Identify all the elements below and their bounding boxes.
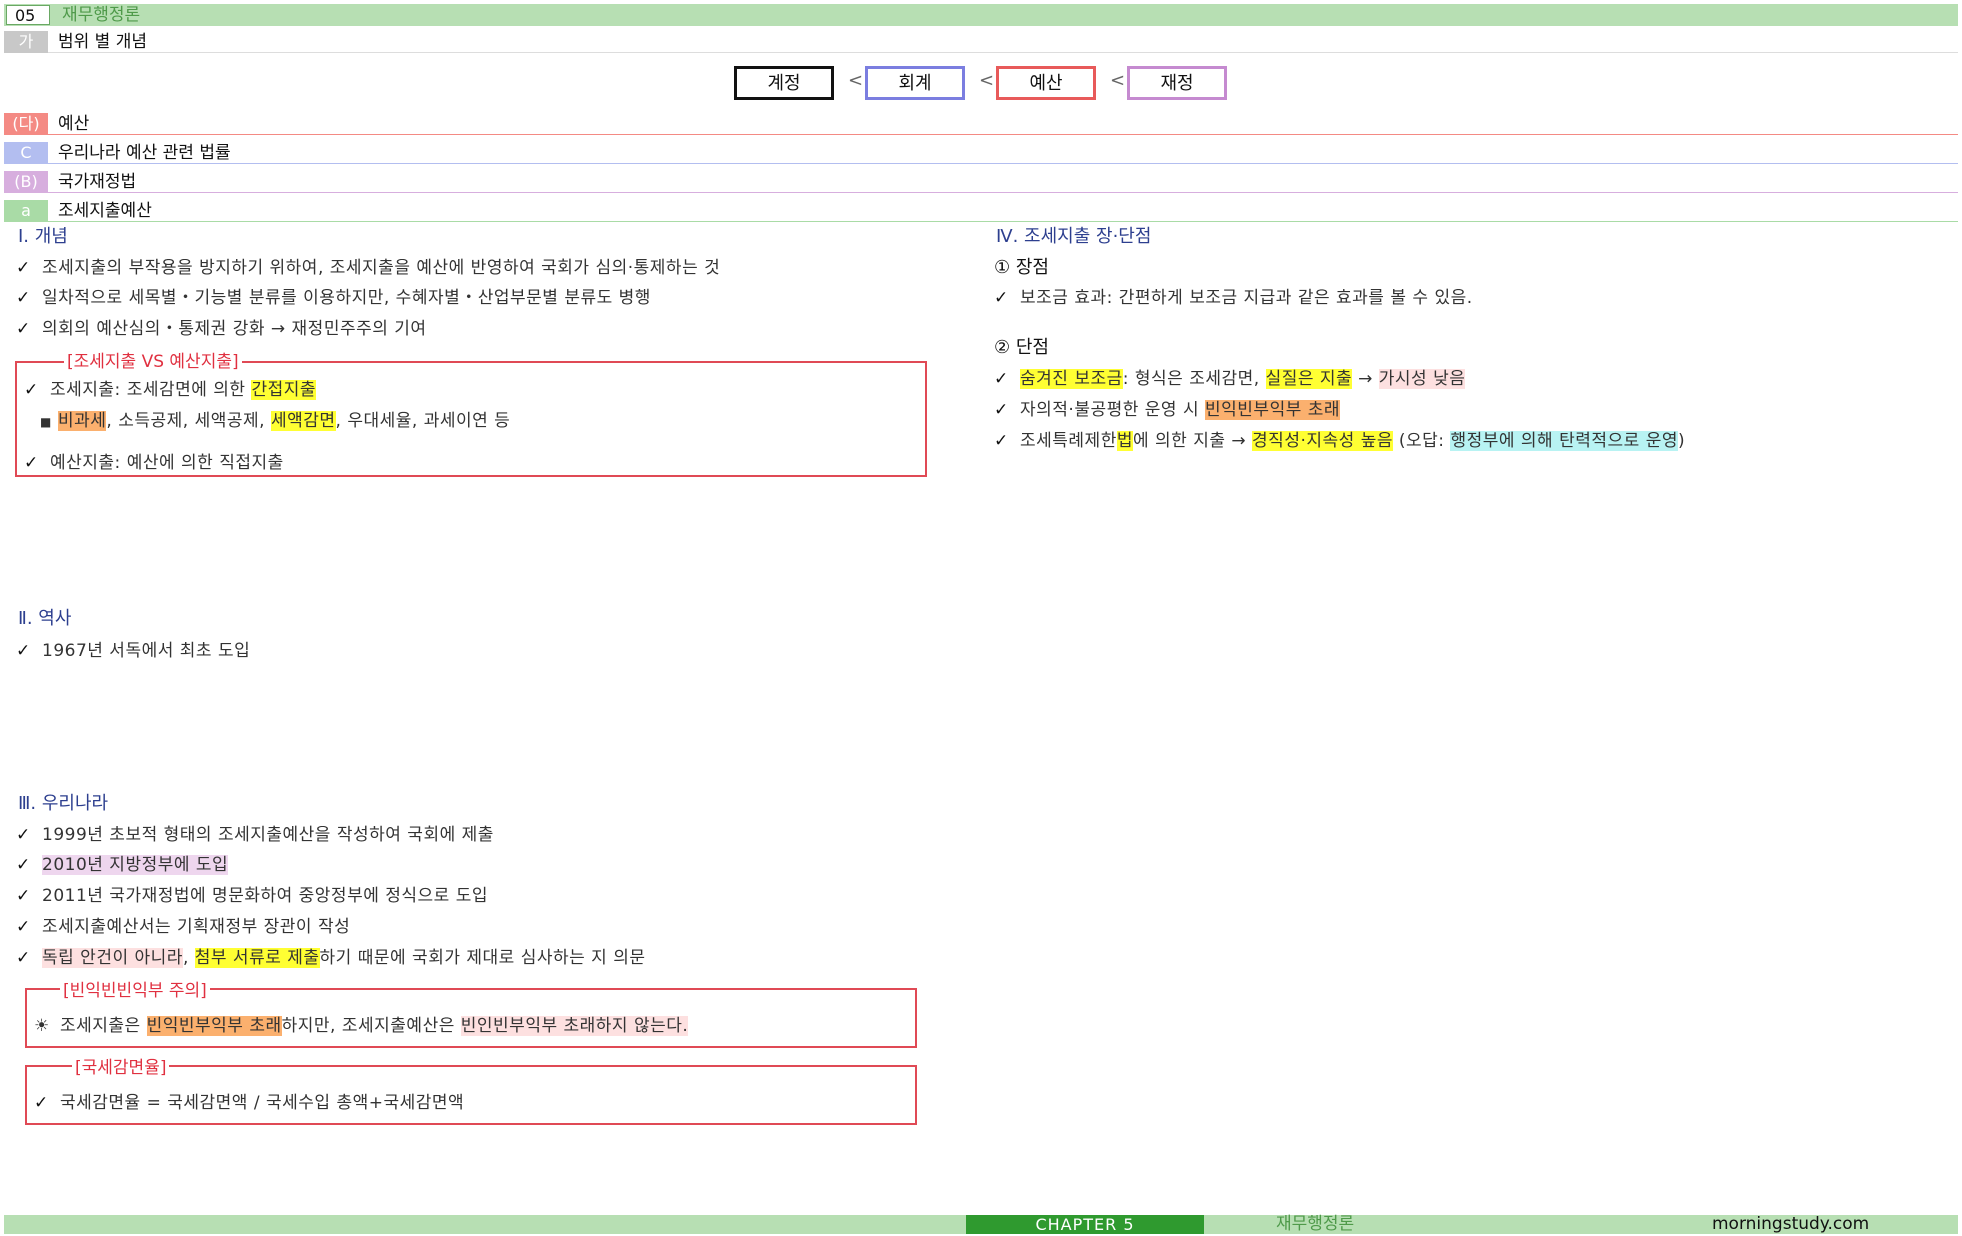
check-icon: ✓ [16, 825, 31, 845]
korea-heading: Ⅲ. 우리나라 [18, 793, 109, 814]
proscons-heading: Ⅳ. 조세지출 장·단점 [996, 226, 1152, 247]
footer-subject: 재무행정론 [1276, 1214, 1355, 1234]
section-tag: a [4, 200, 48, 222]
check-icon: ✓ [34, 1093, 49, 1113]
section-tag: 가 [4, 31, 48, 53]
check-icon: ✓ [24, 453, 39, 473]
hierarchy-item-accounting: 회계 [865, 66, 965, 100]
section-label: 국가재정법 [58, 172, 137, 192]
box-line: ☀ 조세지출은 빈익빈부익부 초래하지만, 조세지출예산은 빈인빈부익부 초래하지… [34, 1016, 689, 1036]
list-item: ✓ 조세지출의 부작용을 방지하기 위하여, 조세지출을 예산에 반영하여 국회가… [16, 258, 721, 278]
list-item: ✓ 자의적·불공평한 운영 시 빈익빈부익부 초래 [994, 400, 1341, 420]
tax-reduction-rate-title: [국세감면율] [72, 1058, 170, 1078]
check-icon: ✓ [16, 917, 31, 937]
check-icon: ✓ [994, 431, 1009, 451]
history-heading: Ⅱ. 역사 [18, 608, 72, 629]
comparison-box-title: [조세지출 VS 예산지출] [64, 352, 242, 372]
section-row-budget: (다) 예산 [4, 113, 1958, 135]
section-row-korea-law: C 우리나라 예산 관련 법률 [4, 142, 1958, 164]
section-row-scope: 가 범위 별 개념 [4, 31, 1958, 53]
check-icon: ✓ [16, 288, 31, 308]
less-than-sign: < [1110, 70, 1126, 91]
check-icon: ✓ [16, 258, 31, 278]
sun-icon: ☀ [34, 1016, 50, 1036]
check-icon: ✓ [994, 369, 1009, 389]
check-icon: ✓ [24, 380, 39, 400]
section-label: 우리나라 예산 관련 법률 [58, 143, 231, 163]
section-tag: (B) [4, 171, 48, 193]
list-item: ✓ 숨겨진 보조금: 형식은 조세감면, 실질은 지출 → 가시성 낮음 [994, 369, 1466, 389]
square-bullet-icon: ■ [40, 415, 52, 429]
section-row-tax-expenditure: a 조세지출예산 [4, 200, 1958, 222]
list-item: ✓ 보조금 효과: 간편하게 보조금 지급과 같은 효과를 볼 수 있음. [994, 288, 1473, 308]
check-icon: ✓ [16, 886, 31, 906]
subject-title: 재무행정론 [62, 5, 141, 25]
box-line: ✓ 조세지출: 조세감면에 의한 간접지출 [24, 380, 317, 400]
concept-heading: Ⅰ. 개념 [18, 226, 68, 247]
header-bar [4, 4, 1958, 26]
hierarchy-item-account: 계정 [734, 66, 834, 100]
footer-site-link[interactable]: morningstudy.com [1712, 1214, 1869, 1235]
list-item: ✓ 2011년 국가재정법에 명문화하여 중앙정부에 정식으로 도입 [16, 886, 489, 906]
list-item: ✓ 의회의 예산심의・통제권 강화 → 재정민주주의 기여 [16, 319, 427, 339]
check-icon: ✓ [16, 319, 31, 339]
box-line: ✓ 국세감면율 = 국세감면액 / 국세수입 총액+국세감면액 [34, 1093, 465, 1113]
pros-title: ① 장점 [994, 257, 1049, 278]
check-icon: ✓ [16, 948, 31, 968]
box-line: ✓ 예산지출: 예산에 의한 직접지출 [24, 453, 284, 473]
section-row-national-finance-act: (B) 국가재정법 [4, 171, 1958, 193]
less-than-sign: < [979, 70, 995, 91]
section-label: 조세지출예산 [58, 201, 152, 221]
caution-box-title: [빈익빈빈익부 주의] [60, 981, 210, 1001]
list-item: ✓ 1999년 초보적 형태의 조세지출예산을 작성하여 국회에 제출 [16, 825, 494, 845]
chapter-number: 05 [6, 5, 50, 25]
check-icon: ✓ [16, 641, 31, 661]
less-than-sign: < [848, 70, 864, 91]
check-icon: ✓ [994, 400, 1009, 420]
section-label: 범위 별 개념 [58, 32, 148, 52]
section-tag: (다) [4, 113, 48, 135]
footer-chapter: CHAPTER 5 [966, 1215, 1204, 1234]
list-item: ✓ 조세특례제한법에 의한 지출 → 경직성·지속성 높음 (오답: 행정부에 의… [994, 431, 1686, 451]
cons-title: ② 단점 [994, 337, 1049, 358]
check-icon: ✓ [994, 288, 1009, 308]
section-tag: C [4, 142, 48, 164]
list-item: ✓ 1967년 서독에서 최초 도입 [16, 641, 251, 661]
list-item: ✓ 일차적으로 세목별・기능별 분류를 이용하지만, 수혜자별・산업부문별 분류도… [16, 288, 651, 308]
box-line: ■ 비과세, 소득공제, 세액공제, 세액감면, 우대세율, 과세이연 등 [40, 409, 510, 434]
hierarchy-item-budget: 예산 [996, 66, 1096, 100]
hierarchy-item-finance: 재정 [1127, 66, 1227, 100]
list-item: ✓ 2010년 지방정부에 도입 [16, 855, 229, 875]
list-item: ✓ 독립 안건이 아니라, 첨부 서류로 제출하기 때문에 국회가 제대로 심사하… [16, 948, 646, 968]
list-item: ✓ 조세지출예산서는 기획재정부 장관이 작성 [16, 917, 351, 937]
section-label: 예산 [58, 114, 90, 134]
check-icon: ✓ [16, 855, 31, 875]
